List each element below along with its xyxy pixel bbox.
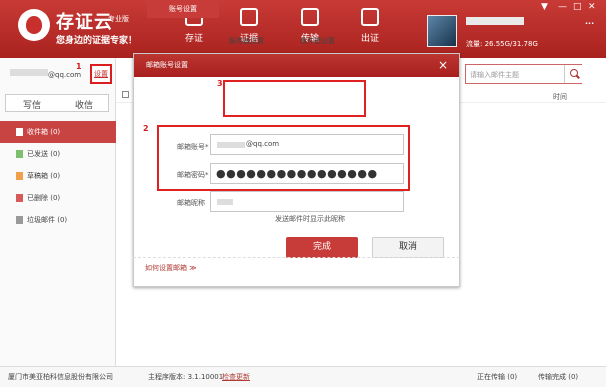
email-field[interactable]: @qq.com	[210, 134, 404, 155]
close-icon[interactable]: ✕	[588, 2, 596, 12]
transferring-count: 正在传输 (0)	[477, 373, 518, 381]
email-label: 邮箱账号*	[177, 143, 209, 151]
app-logo	[18, 9, 50, 41]
more-icon[interactable]: ···	[585, 19, 594, 28]
app-slogan: 您身边的证据专家！	[56, 36, 138, 46]
highlight-box-tabs	[223, 80, 366, 117]
folder-sent[interactable]: 已发送 (0)	[0, 143, 116, 165]
password-field[interactable]: ●●●●●●●●●●●●●●●●	[210, 163, 404, 184]
dialog-close-icon[interactable]: ×	[438, 58, 448, 72]
deleted-icon	[16, 194, 23, 202]
tab-inbox-settings[interactable]: 收件箱设置	[300, 36, 335, 46]
printer-icon	[361, 8, 379, 26]
folder-label: 已删除 (0)	[27, 194, 61, 202]
receive-button[interactable]: 收信	[58, 98, 110, 111]
nickname-redacted	[217, 199, 233, 205]
folder-inbox[interactable]: 收件箱 (0)	[0, 121, 116, 143]
password-label: 邮箱密码*	[177, 171, 209, 179]
help-link[interactable]: 如何设置邮箱 ≫	[145, 263, 197, 273]
edition-badge: 专业版	[108, 15, 129, 23]
version-text: 主程序版本: 3.1.10001	[148, 373, 224, 381]
marker-3: 3	[217, 79, 223, 88]
email-value: @qq.com	[246, 140, 280, 148]
folder-drafts[interactable]: 草稿箱 (0)	[0, 165, 116, 187]
transfer-complete-count: 传输完成 (0)	[538, 373, 579, 381]
account-email: @qq.com	[48, 71, 82, 79]
dialog-divider	[133, 257, 460, 258]
nickname-hint: 发送邮件时显示此昵称	[275, 215, 345, 223]
account-redacted	[10, 69, 48, 76]
nav-chuzheng[interactable]: 出证	[349, 8, 391, 44]
nav-label: 出证	[360, 34, 379, 44]
settings-link[interactable]: 设置	[90, 64, 112, 84]
spam-icon	[16, 216, 23, 224]
app-title: 存证云	[56, 12, 113, 33]
search-box[interactable]: 请输入邮件主题	[465, 64, 582, 84]
evidence-icon	[240, 8, 258, 26]
sidebar: @qq.com 写信 收信 收件箱 (0) 已发送 (0) 草稿箱 (0) 已删…	[0, 58, 116, 366]
folder-list: 收件箱 (0) 已发送 (0) 草稿箱 (0) 已删除 (0) 垃圾邮件 (0)	[0, 121, 116, 231]
menu-icon[interactable]: ▼	[541, 2, 548, 12]
maximize-icon[interactable]: □	[573, 2, 582, 12]
folder-deleted[interactable]: 已删除 (0)	[0, 187, 116, 209]
compose-button[interactable]: 写信	[6, 98, 58, 111]
compose-toggle: 写信 收信	[5, 94, 109, 112]
marker-1: 1	[76, 62, 82, 71]
draft-icon	[16, 172, 23, 180]
select-all-checkbox[interactable]	[122, 91, 129, 98]
search-icon[interactable]	[564, 65, 582, 83]
check-update-link[interactable]: 检查更新	[222, 367, 250, 387]
password-value: ●●●●●●●●●●●●●●●●	[216, 167, 378, 180]
nickname-label: 邮箱昵称	[177, 199, 205, 207]
dialog-title: 邮箱账号设置	[134, 54, 459, 77]
minimize-icon[interactable]: —	[558, 2, 567, 12]
search-input[interactable]: 请输入邮件主题	[470, 70, 519, 80]
sent-icon	[16, 150, 23, 158]
done-button[interactable]: 完成	[286, 237, 358, 258]
cancel-button[interactable]: 取消	[372, 237, 444, 258]
storage-usage: 流量: 26.55G/31.78G	[466, 40, 538, 48]
status-bar: 厦门市美亚柏科信息股份有限公司 主程序版本: 3.1.10001 检查更新 正在…	[0, 366, 606, 387]
avatar[interactable]	[427, 15, 457, 47]
app-header: 存证云 专业版 您身边的证据专家！ 存证 证据 传输 出证 流量: 26.55G…	[0, 0, 606, 58]
inbox-icon	[16, 128, 23, 136]
tab-server-settings[interactable]: 服务器设置	[229, 36, 264, 46]
transfer-icon	[301, 8, 319, 26]
time-column-header: 时间	[553, 93, 567, 101]
folder-label: 垃圾邮件 (0)	[27, 216, 68, 224]
folder-label: 收件箱 (0)	[27, 128, 61, 136]
folder-spam[interactable]: 垃圾邮件 (0)	[0, 209, 116, 231]
nav-label: 存证	[184, 34, 203, 44]
user-name-redacted	[466, 17, 524, 25]
folder-label: 已发送 (0)	[27, 150, 61, 158]
nickname-field[interactable]	[210, 191, 404, 212]
marker-2: 2	[143, 124, 149, 133]
email-redacted	[217, 142, 245, 148]
tab-account-settings[interactable]: 账号设置	[147, 0, 219, 18]
folder-label: 草稿箱 (0)	[27, 172, 61, 180]
company-text: 厦门市美亚柏科信息股份有限公司	[8, 373, 113, 381]
